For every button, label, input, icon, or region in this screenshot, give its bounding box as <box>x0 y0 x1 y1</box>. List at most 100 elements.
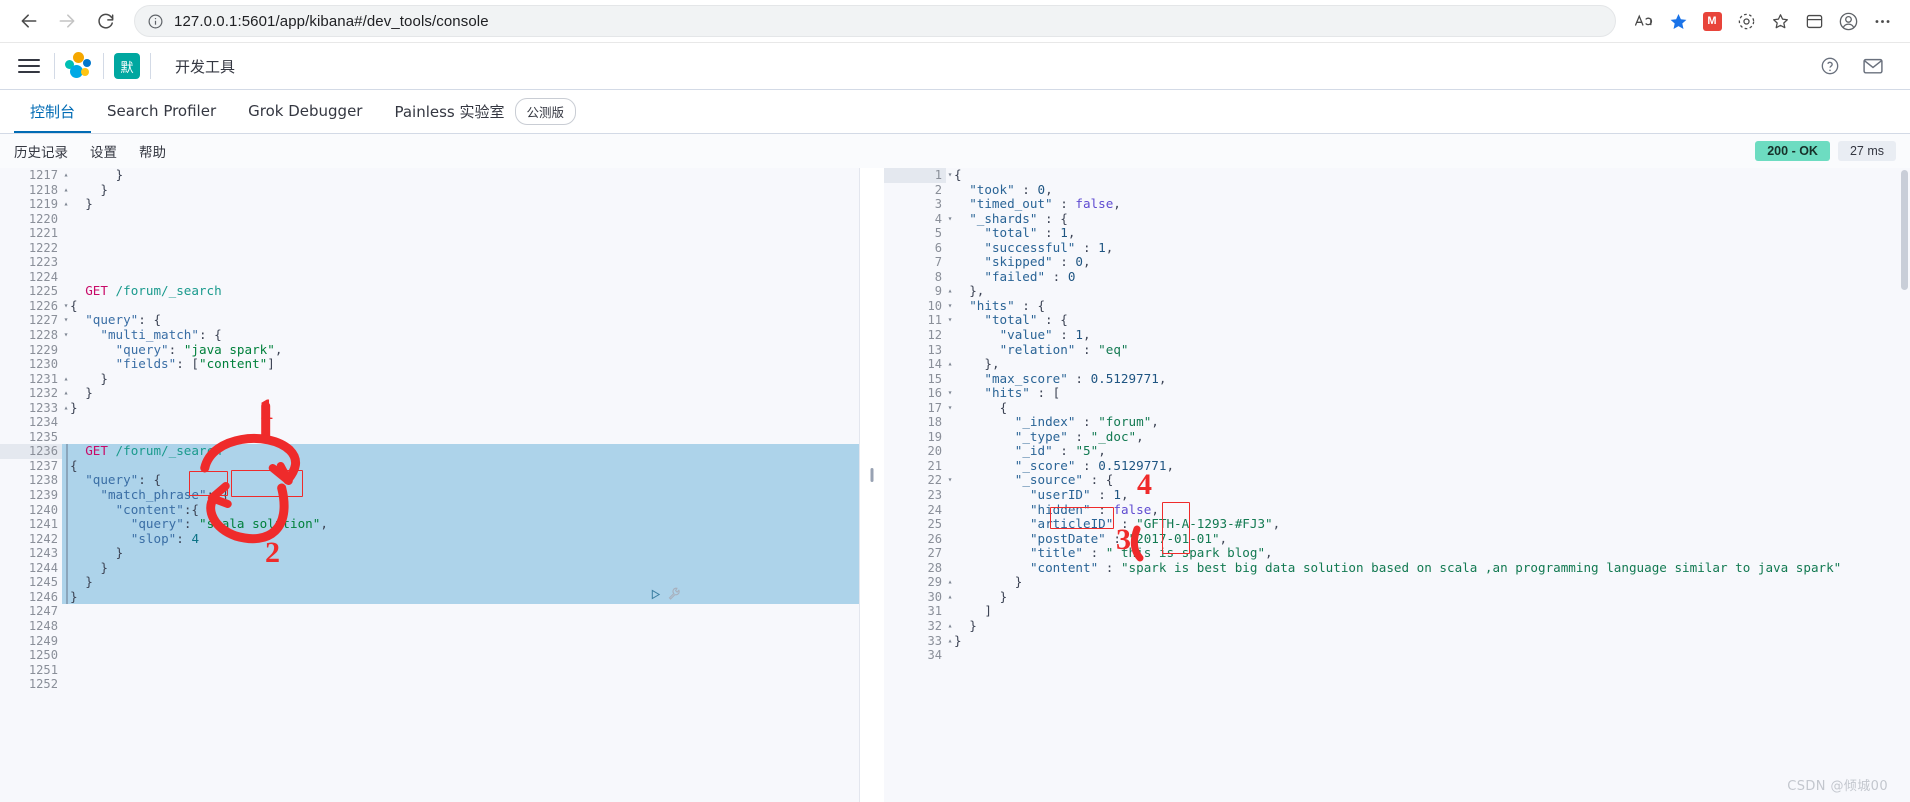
request-code-rows[interactable]: } } } GET /forum/_search{ "query": { "mu… <box>62 168 859 802</box>
code-line[interactable]: } <box>62 400 859 416</box>
code-line[interactable]: "query": "scala solution", <box>62 516 859 532</box>
tab-painless-lab[interactable]: Painless 实验室 公测版 <box>378 91 592 133</box>
kibana-logo[interactable] <box>65 52 93 80</box>
code-line[interactable] <box>62 604 859 619</box>
history-button[interactable]: 历史记录 <box>14 141 68 161</box>
code-line[interactable] <box>62 255 859 270</box>
space-badge[interactable]: 默 <box>114 53 140 79</box>
line-number: 4 ▾ <box>934 211 953 226</box>
code-line: "hits" : [ <box>984 385 1061 401</box>
code-line[interactable]: GET /forum/_search <box>62 444 859 459</box>
line-number: 13 <box>927 342 942 357</box>
code-line[interactable] <box>62 677 859 692</box>
code-line[interactable] <box>62 634 859 649</box>
code-line[interactable]: } <box>62 560 859 576</box>
code-line[interactable]: GET /forum/_search <box>62 284 859 299</box>
code-line: "_shards" : { <box>969 210 1068 226</box>
code-line[interactable]: { <box>62 458 859 474</box>
tab-console[interactable]: 控制台 <box>14 91 92 133</box>
hamburger-icon[interactable] <box>14 51 44 81</box>
code-line[interactable]: "content":{ <box>62 502 859 518</box>
code-line[interactable]: } <box>62 182 859 198</box>
line-number: 1243▴ <box>28 546 69 561</box>
read-aloud-icon[interactable] <box>1628 5 1660 37</box>
splitter-grip[interactable] <box>870 468 874 482</box>
line-number: 31 <box>927 604 942 619</box>
code-line[interactable]: } <box>62 545 859 561</box>
settings-button[interactable]: 设置 <box>90 141 117 161</box>
line-number: 1219 ▴ <box>28 197 69 212</box>
tab-grok-debugger-label: Grok Debugger <box>248 102 363 120</box>
code-line[interactable] <box>62 619 859 634</box>
line-number: 9 ▴ <box>934 284 953 299</box>
code-line[interactable] <box>62 212 859 227</box>
help-icon[interactable] <box>1820 56 1840 76</box>
code-line[interactable]: "match_phrase": { <box>62 487 859 503</box>
code-line[interactable] <box>62 430 859 445</box>
console-toolbar: 历史记录 设置 帮助 200 - OK 27 ms <box>0 134 1910 168</box>
line-number: 1252 <box>28 677 58 692</box>
code-line[interactable]: "query": "java spark", <box>62 342 859 358</box>
code-line: { <box>954 168 962 182</box>
code-line[interactable]: } <box>62 371 859 387</box>
code-line[interactable] <box>62 663 859 678</box>
wrench-icon[interactable] <box>668 587 681 603</box>
code-line[interactable] <box>62 270 859 285</box>
pane-splitter[interactable] <box>860 168 884 802</box>
back-button[interactable] <box>12 4 46 38</box>
code-line: "total" : { <box>984 312 1068 328</box>
code-line: }, <box>969 283 985 299</box>
code-line[interactable] <box>62 241 859 256</box>
line-number: 14 ▴ <box>927 357 953 372</box>
code-line[interactable] <box>62 226 859 241</box>
code-line[interactable] <box>62 648 859 663</box>
code-line: "articleID" : "GFTH-A-1293-#FJ3", <box>1029 516 1281 532</box>
line-number: 1227 ▾ <box>28 313 69 328</box>
response-viewer[interactable]: 1 ▾ 2 3 4 ▾ 5 6 7 8 9 ▴ 10 ▾ 11 ▾ 12 13 14 ▴ 15 16 ▾ 17 ▾ 18 19 20 2… <box>884 168 1910 802</box>
response-scrollbar[interactable] <box>1901 170 1908 290</box>
reload-button[interactable] <box>88 4 122 38</box>
line-number: 19 <box>927 429 942 444</box>
line-number: 1250 <box>28 648 58 663</box>
line-number: 1248 <box>28 618 58 633</box>
profile-avatar-icon[interactable] <box>1832 5 1864 37</box>
tab-search-profiler[interactable]: Search Profiler <box>91 91 232 133</box>
request-editor[interactable]: 1217 ▴ 1218 ▴ 1219 ▴ 1220 1221 1222 1223 1224 1225 1… <box>0 168 860 802</box>
line-number: 1218 ▴ <box>28 182 69 197</box>
code-line[interactable]: } <box>62 575 859 590</box>
help-button[interactable]: 帮助 <box>139 141 166 161</box>
extension-badge-icon[interactable]: M <box>1696 5 1728 37</box>
request-line-numbers: 1217 ▴ 1218 ▴ 1219 ▴ 1220 1221 1222 1223 1224 1225 1… <box>0 168 69 802</box>
line-number: 1236 <box>0 444 62 459</box>
code-line[interactable]: } <box>62 385 859 401</box>
favorite-star-icon[interactable] <box>1662 5 1694 37</box>
line-number: 16 ▾ <box>927 386 953 401</box>
line-number: 29 ▴ <box>927 575 953 590</box>
mail-icon[interactable] <box>1862 56 1884 76</box>
code-line[interactable]: "multi_match": { <box>62 327 859 343</box>
address-bar[interactable]: 127.0.0.1:5601/app/kibana#/dev_tools/con… <box>134 5 1616 37</box>
browser-more-icon[interactable] <box>1866 5 1898 37</box>
latency-badge: 27 ms <box>1837 141 1896 161</box>
site-info-icon[interactable] <box>147 13 164 30</box>
code-line[interactable]: "slop": 4 <box>62 531 859 547</box>
code-line[interactable]: "fields": ["content"] <box>62 356 859 372</box>
browser-settings-icon[interactable] <box>1798 5 1830 37</box>
tab-grok-debugger[interactable]: Grok Debugger <box>232 91 378 133</box>
code-line[interactable]: } <box>62 168 859 183</box>
favorites-list-icon[interactable] <box>1764 5 1796 37</box>
code-line[interactable]: "query": { <box>62 473 859 489</box>
line-number: 1223 <box>28 255 58 270</box>
code-line[interactable]: } <box>62 196 859 212</box>
code-line[interactable]: { <box>62 298 859 314</box>
forward-button[interactable] <box>50 4 84 38</box>
code-line[interactable] <box>62 415 859 430</box>
collections-icon[interactable] <box>1730 5 1762 37</box>
code-line: "content" : "spark is best big data solu… <box>1029 559 1842 575</box>
line-number: 34 <box>927 648 942 663</box>
play-request-icon[interactable] <box>650 589 661 603</box>
code-line[interactable]: "query": { <box>62 313 859 328</box>
status-badge: 200 - OK <box>1755 141 1830 161</box>
code-line[interactable]: } <box>62 589 859 605</box>
code-line: "relation" : "eq" <box>999 341 1129 357</box>
